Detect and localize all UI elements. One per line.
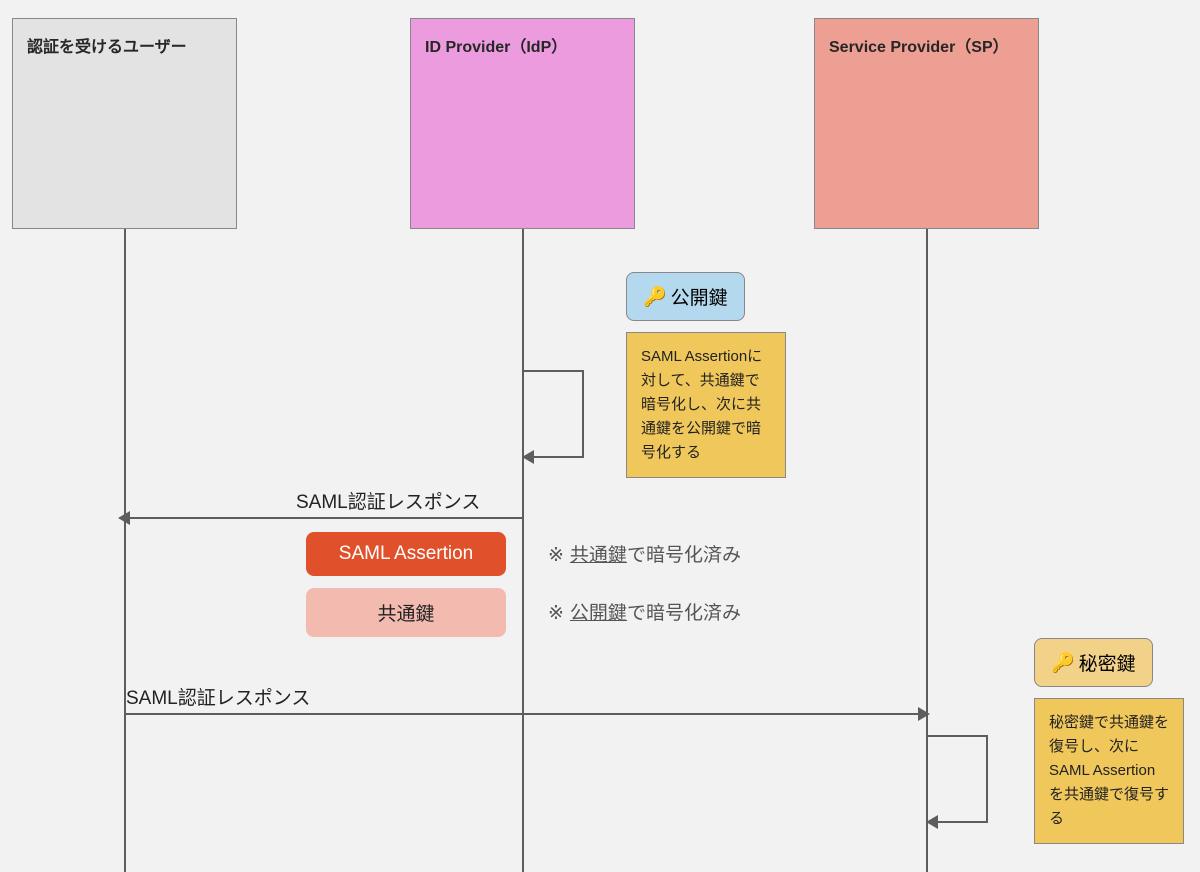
annotation-2-rest: で暗号化済み bbox=[627, 603, 741, 624]
chip-saml-assertion: SAML Assertion bbox=[306, 532, 506, 576]
annotation-1-star: ※ bbox=[548, 545, 564, 566]
key-icon: 🔑 bbox=[1051, 651, 1075, 675]
private-key-label: 秘密鍵 bbox=[1079, 649, 1136, 676]
participant-sp: Service Provider（SP） bbox=[814, 18, 1039, 229]
chip-shared-key-label: 共通鍵 bbox=[377, 604, 434, 625]
participant-idp-label: ID Provider（IdP） bbox=[425, 39, 567, 56]
annotation-public-key: ※ 公開鍵で暗号化済み bbox=[548, 598, 741, 625]
chip-saml-assertion-label: SAML Assertion bbox=[339, 543, 473, 564]
annotation-1-rest: で暗号化済み bbox=[627, 545, 741, 566]
key-icon: 🔑 bbox=[643, 285, 667, 309]
note-decrypt-text: 秘密鍵で共通鍵を復号し、次に SAML Assertionを共通鍵で復号する bbox=[1049, 714, 1169, 827]
annotation-2-key: 公開鍵 bbox=[570, 603, 627, 624]
public-key-label: 公開鍵 bbox=[671, 283, 728, 310]
message-2-arrow bbox=[918, 707, 930, 721]
message-2-line bbox=[126, 713, 926, 715]
self-message-sp bbox=[928, 735, 988, 823]
annotation-1-key: 共通鍵 bbox=[570, 545, 627, 566]
message-1-line bbox=[126, 517, 523, 519]
message-1-arrow bbox=[118, 511, 130, 525]
annotation-shared-key: ※ 共通鍵で暗号化済み bbox=[548, 540, 741, 567]
lifeline-user bbox=[124, 229, 126, 872]
participant-user-label: 認証を受けるユーザー bbox=[27, 39, 187, 56]
lifeline-idp bbox=[522, 229, 524, 872]
self-message-idp bbox=[524, 370, 584, 458]
participant-sp-label: Service Provider（SP） bbox=[829, 39, 1009, 56]
participant-user: 認証を受けるユーザー bbox=[12, 18, 237, 229]
note-decrypt: 秘密鍵で共通鍵を復号し、次に SAML Assertionを共通鍵で復号する bbox=[1034, 698, 1184, 844]
annotation-2-star: ※ bbox=[548, 603, 564, 624]
public-key-badge: 🔑 公開鍵 bbox=[626, 272, 745, 321]
participant-idp: ID Provider（IdP） bbox=[410, 18, 635, 229]
note-encrypt-text: SAML Assertionに対して、共通鍵で暗号化し、次に共通鍵を公開鍵で暗号… bbox=[641, 348, 762, 461]
chip-shared-key: 共通鍵 bbox=[306, 588, 506, 637]
message-1-label: SAML認証レスポンス bbox=[296, 487, 480, 514]
private-key-badge: 🔑 秘密鍵 bbox=[1034, 638, 1153, 687]
note-encrypt: SAML Assertionに対して、共通鍵で暗号化し、次に共通鍵を公開鍵で暗号… bbox=[626, 332, 786, 478]
message-2-label: SAML認証レスポンス bbox=[126, 683, 310, 710]
